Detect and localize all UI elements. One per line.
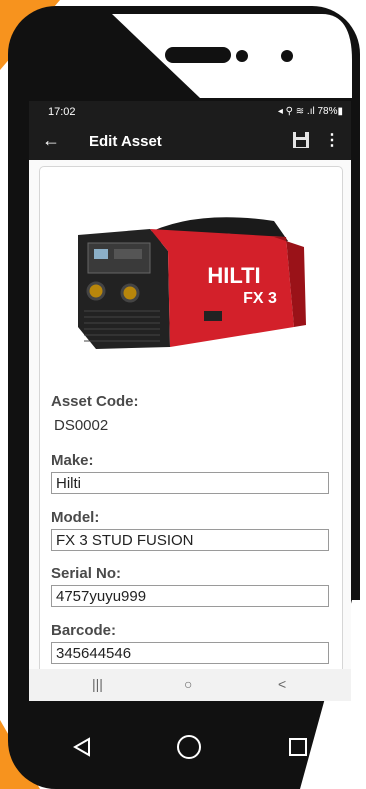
product-brand: HILTI	[207, 263, 260, 288]
status-icons: ◂ ⚲ ≋ .ıl 78%▮	[277, 106, 343, 117]
content-area: HILTI FX 3 Asset Code: DS0002 Make: Hilt…	[29, 160, 351, 669]
asset-code-label: Asset Code:	[51, 393, 139, 410]
model-label: Model:	[51, 509, 100, 526]
product-image: HILTI FX 3	[74, 207, 306, 359]
make-label: Make:	[51, 452, 94, 469]
status-bar: 17:02 ◂ ⚲ ≋ .ıl 78%▮	[29, 101, 351, 122]
serial-no-input[interactable]: 4757yuyu999	[51, 585, 329, 607]
hardware-home-icon[interactable]	[177, 735, 201, 759]
asset-card: HILTI FX 3 Asset Code: DS0002 Make: Hilt…	[39, 166, 343, 669]
more-vertical-icon[interactable]: ⋮	[324, 130, 340, 150]
phone-screen: 17:02 ◂ ⚲ ≋ .ıl 78%▮ ← Edit Asset ⋮ HILT…	[29, 101, 351, 701]
phone-camera	[281, 50, 293, 62]
arrow-left-icon[interactable]: ←	[42, 130, 60, 151]
back-icon[interactable]: <	[278, 676, 286, 692]
product-model: FX 3	[243, 290, 277, 307]
model-input[interactable]: FX 3 STUD FUSION	[51, 529, 329, 551]
make-input[interactable]: Hilti	[51, 472, 329, 494]
home-icon[interactable]: ○	[184, 676, 192, 692]
serial-no-label: Serial No:	[51, 565, 122, 582]
floppy-disk-icon[interactable]	[291, 130, 311, 150]
hardware-back-icon[interactable]	[73, 737, 91, 757]
phone-sensor	[236, 50, 248, 62]
barcode-input[interactable]: 345644546	[51, 642, 329, 664]
status-time: 17:02	[48, 106, 76, 118]
asset-code-value: DS0002	[54, 417, 109, 434]
hardware-recents-icon[interactable]	[289, 738, 307, 756]
android-navbar: ||| ○ <	[29, 669, 351, 701]
app-bar: ← Edit Asset ⋮	[29, 122, 351, 160]
phone-speaker	[165, 47, 231, 63]
recents-icon[interactable]: |||	[92, 676, 103, 692]
page-title: Edit Asset	[89, 133, 162, 150]
barcode-label: Barcode:	[51, 622, 117, 639]
